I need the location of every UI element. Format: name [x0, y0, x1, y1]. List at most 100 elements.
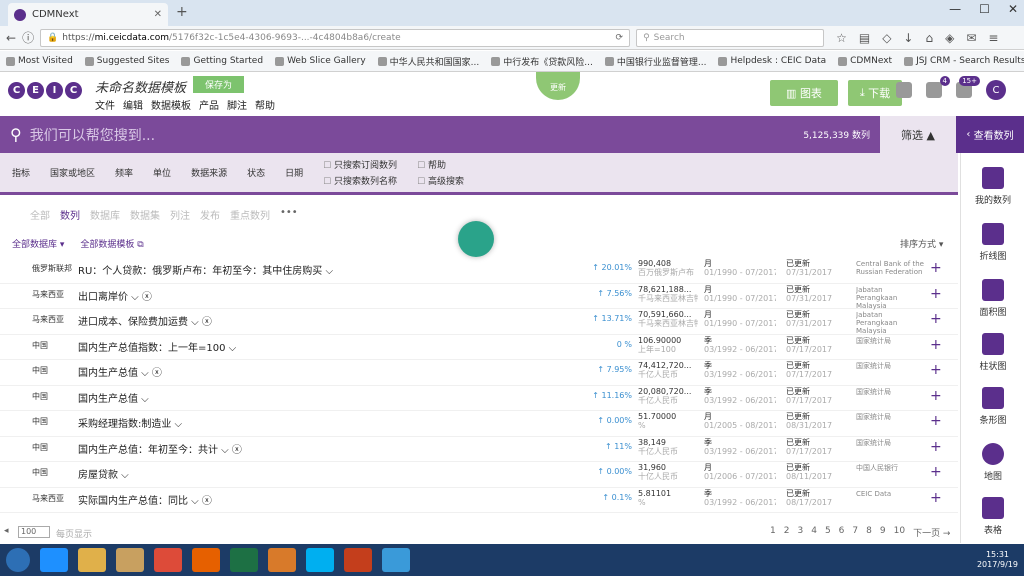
table-row[interactable]: 马来西亚 实际国内生产总值：同比 ⌵ ⓧ ↑ 0.1% 5.81101% 季 03/199…: [0, 488, 958, 513]
skype-icon[interactable]: [306, 548, 334, 572]
table-row[interactable]: 中国 国内生产总值：年初至今：共计 ⌵ ⓧ ↑ 11% 38,149 千亿人民币季 03/…: [0, 437, 958, 462]
bookmark-item[interactable]: Suggested Sites: [84, 56, 169, 66]
bookmark-item[interactable]: Web Slice Gallery: [275, 56, 366, 66]
menu-edit[interactable]: 编辑: [123, 97, 143, 112]
filter-indicator[interactable]: 指标: [12, 166, 30, 179]
maximize-icon[interactable]: ☐: [979, 2, 990, 16]
bookmark-star-icon[interactable]: ☆: [836, 31, 847, 45]
bookmark-item[interactable]: 中行发布《贷款风险...: [491, 55, 593, 68]
page-link[interactable]: 10: [894, 526, 905, 539]
series-name[interactable]: 房屋贷款 ⌵: [78, 466, 578, 481]
powerpoint-icon[interactable]: [344, 548, 372, 572]
all-templates-link[interactable]: 全部数据模板 ⧉: [80, 237, 143, 250]
reload-icon[interactable]: ⟳: [616, 33, 624, 43]
add-series-icon[interactable]: +: [930, 490, 944, 506]
table-row[interactable]: 中国 国内生产总值指数：上一年=100 ⌵ 0 % 106.90000 上年=100 季 0…: [0, 335, 958, 360]
document-title[interactable]: 未命名数据模板: [95, 77, 186, 96]
menu-icon[interactable]: ≡: [988, 31, 998, 45]
menu-help[interactable]: 帮助: [255, 97, 275, 112]
filter-date[interactable]: 日期: [285, 166, 303, 179]
ceic-logo[interactable]: C E I C: [8, 82, 82, 99]
page-link[interactable]: 5: [825, 526, 831, 539]
filter-frequency[interactable]: 频率: [115, 166, 133, 179]
add-series-icon[interactable]: +: [930, 464, 944, 480]
table-row[interactable]: 中国 采购经理指数:制造业 ⌵ ↑ 0.00% 51.70000% 月 01/2005 -…: [0, 411, 958, 437]
minimize-icon[interactable]: —: [949, 2, 961, 16]
add-series-icon[interactable]: +: [930, 439, 944, 455]
table-tool[interactable]: 表格: [961, 497, 1024, 536]
tab-databases[interactable]: 数据库: [90, 207, 120, 222]
page-link[interactable]: 6: [839, 526, 845, 539]
close-window-icon[interactable]: ✕: [1008, 2, 1018, 16]
page-link[interactable]: 3: [797, 526, 803, 539]
file-explorer-icon[interactable]: [78, 548, 106, 572]
names-only-checkbox[interactable]: 只搜索数列名称: [323, 174, 397, 187]
map-tool[interactable]: 地图: [961, 443, 1024, 482]
chat-icon[interactable]: ✉: [966, 31, 976, 45]
download-button[interactable]: ⤓ 下载: [848, 80, 902, 106]
system-clock[interactable]: 15:31 2017/9/19: [977, 550, 1018, 570]
menu-file[interactable]: 文件: [95, 97, 115, 112]
app-icon[interactable]: [116, 548, 144, 572]
add-series-icon[interactable]: +: [930, 286, 944, 302]
home-icon[interactable]: ⌂: [925, 31, 933, 45]
info-icon[interactable]: ⓘ: [22, 29, 34, 46]
page-link[interactable]: 7: [852, 526, 858, 539]
windows-start-icon[interactable]: [6, 548, 30, 572]
browser-tab[interactable]: CDMNext ✕: [8, 3, 168, 26]
add-series-icon[interactable]: +: [930, 413, 944, 429]
tab-all[interactable]: 全部: [30, 207, 50, 222]
table-row[interactable]: 马来西亚 进口成本、保险费加运费 ⌵ ⓧ ↑ 13.71% 70,591,660...…: [0, 309, 958, 335]
page-link[interactable]: 9: [880, 526, 886, 539]
tab-series[interactable]: 数列: [60, 207, 80, 222]
page-link[interactable]: 1: [770, 526, 776, 539]
add-series-icon[interactable]: +: [930, 337, 944, 353]
new-tab-button[interactable]: +: [176, 4, 188, 20]
firefox-icon[interactable]: [192, 548, 220, 572]
add-series-icon[interactable]: +: [930, 311, 944, 327]
bookmark-item[interactable]: Getting Started: [181, 56, 263, 66]
tab-releases[interactable]: 发布: [200, 207, 220, 222]
media-player-icon[interactable]: [268, 548, 296, 572]
download-icon[interactable]: ↓: [903, 31, 913, 45]
browser-search-input[interactable]: ⚲ Search: [636, 28, 825, 47]
main-search-bar[interactable]: ⚲ 我们可以帮您搜到... 5,125,339 数列: [0, 116, 880, 153]
series-name[interactable]: 出口离岸价 ⌵ ⓧ: [78, 288, 578, 303]
filter-region[interactable]: 国家或地区: [50, 166, 95, 179]
ie-icon[interactable]: [40, 548, 68, 572]
tab-datasets[interactable]: 数据集: [130, 207, 160, 222]
bookmark-item[interactable]: Most Visited: [6, 56, 73, 66]
avatar[interactable]: C: [986, 80, 1006, 100]
bar-chart-tool[interactable]: 条形图: [961, 387, 1024, 426]
column-chart-tool[interactable]: 柱状图: [961, 333, 1024, 372]
tab-footnotes[interactable]: 列注: [170, 207, 190, 222]
close-tab-icon[interactable]: ✕: [154, 9, 162, 20]
series-name[interactable]: 国内生产总值 ⌵: [78, 390, 578, 405]
add-series-icon[interactable]: +: [930, 260, 944, 276]
bookmark-item[interactable]: 中华人民共和国国家...: [377, 55, 479, 68]
shield-icon[interactable]: ◈: [945, 31, 954, 45]
series-name[interactable]: 进口成本、保险费加运费 ⌵ ⓧ: [78, 313, 578, 328]
bookmark-item[interactable]: Helpdesk : CEIC Data: [718, 56, 826, 66]
table-row[interactable]: 中国 房屋贷款 ⌵ ↑ 0.00% 31,960 十亿人民币月 01/2006 - 07/…: [0, 462, 958, 488]
series-name[interactable]: RU：个人贷款：俄罗斯卢布：年初至今：其中住房购买 ⌵: [78, 262, 578, 277]
excel-icon[interactable]: [230, 548, 258, 572]
line-chart-tool[interactable]: 折线图: [961, 223, 1024, 262]
series-name[interactable]: 实际国内生产总值：同比 ⌵ ⓧ: [78, 492, 578, 507]
table-row[interactable]: 中国 国内生产总值 ⌵ ⓧ ↑ 7.95% 74,412,720... 千亿人民币季 03…: [0, 360, 958, 386]
filter-source[interactable]: 数据来源: [191, 166, 227, 179]
area-chart-tool[interactable]: 面积图: [961, 279, 1024, 318]
filter-status[interactable]: 状态: [247, 166, 265, 179]
save-as-button[interactable]: 保存为: [193, 76, 245, 93]
all-databases-dropdown[interactable]: 全部数据库 ▾: [12, 237, 64, 250]
advanced-search-link[interactable]: 高级搜索: [417, 174, 464, 187]
filter-unit[interactable]: 单位: [153, 166, 171, 179]
bookmark-item[interactable]: 中国银行业监督管理...: [604, 55, 706, 68]
snowflake-app-icon[interactable]: [382, 548, 410, 572]
bookmark-item[interactable]: JSJ CRM - Search Results: [904, 56, 1024, 66]
series-name[interactable]: 采购经理指数:制造业 ⌵: [78, 415, 578, 430]
filter-toggle-button[interactable]: 筛选 ▲: [880, 116, 956, 153]
notification-icon[interactable]: 4: [926, 76, 950, 98]
menu-footnote[interactable]: 脚注: [227, 97, 247, 112]
reading-list-icon[interactable]: ▤: [859, 31, 870, 45]
